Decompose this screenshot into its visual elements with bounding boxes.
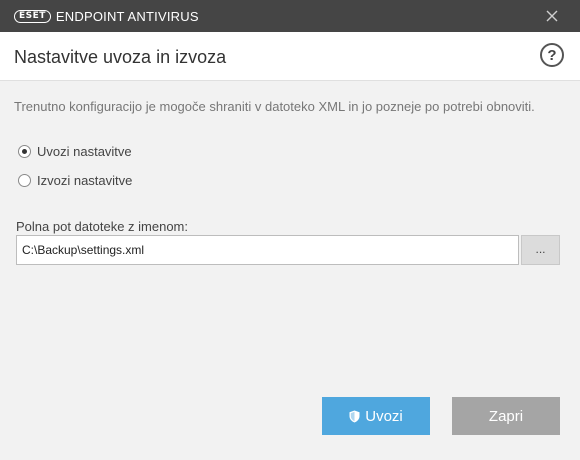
import-button[interactable]: Uvozi: [322, 397, 430, 435]
close-icon: [546, 10, 558, 22]
eset-logo: ESET ENDPOINT ANTIVIRUS: [14, 9, 199, 24]
path-input[interactable]: [16, 235, 519, 265]
export-option[interactable]: Izvozi nastavitve: [18, 173, 132, 188]
close-dialog-label: Zapri: [488, 407, 524, 425]
dialog-header: Nastavitve uvoza in izvoza ?: [0, 32, 580, 81]
import-label: Uvozi nastavitve: [37, 144, 132, 159]
description-text: Trenutno konfiguracijo je mogoče shranit…: [14, 99, 535, 114]
import-option[interactable]: Uvozi nastavitve: [18, 144, 132, 159]
shield-icon: [349, 410, 360, 423]
import-radio[interactable]: [18, 145, 31, 158]
help-icon: ?: [547, 46, 557, 64]
help-button[interactable]: ?: [540, 43, 564, 67]
export-radio[interactable]: [18, 174, 31, 187]
close-button[interactable]: [544, 8, 560, 24]
title-bar: ESET ENDPOINT ANTIVIRUS: [0, 0, 580, 32]
page-title: Nastavitve uvoza in izvoza: [14, 47, 227, 67]
browse-button[interactable]: ...: [521, 235, 560, 265]
import-button-label: Uvozi: [365, 407, 403, 425]
export-label: Izvozi nastavitve: [37, 173, 133, 188]
close-dialog-button[interactable]: Zapri: [452, 397, 560, 435]
app-title: ENDPOINT ANTIVIRUS: [55, 8, 199, 24]
eset-badge: ESET: [14, 9, 51, 23]
path-label: Polna pot datoteke z imenom:: [16, 219, 188, 234]
